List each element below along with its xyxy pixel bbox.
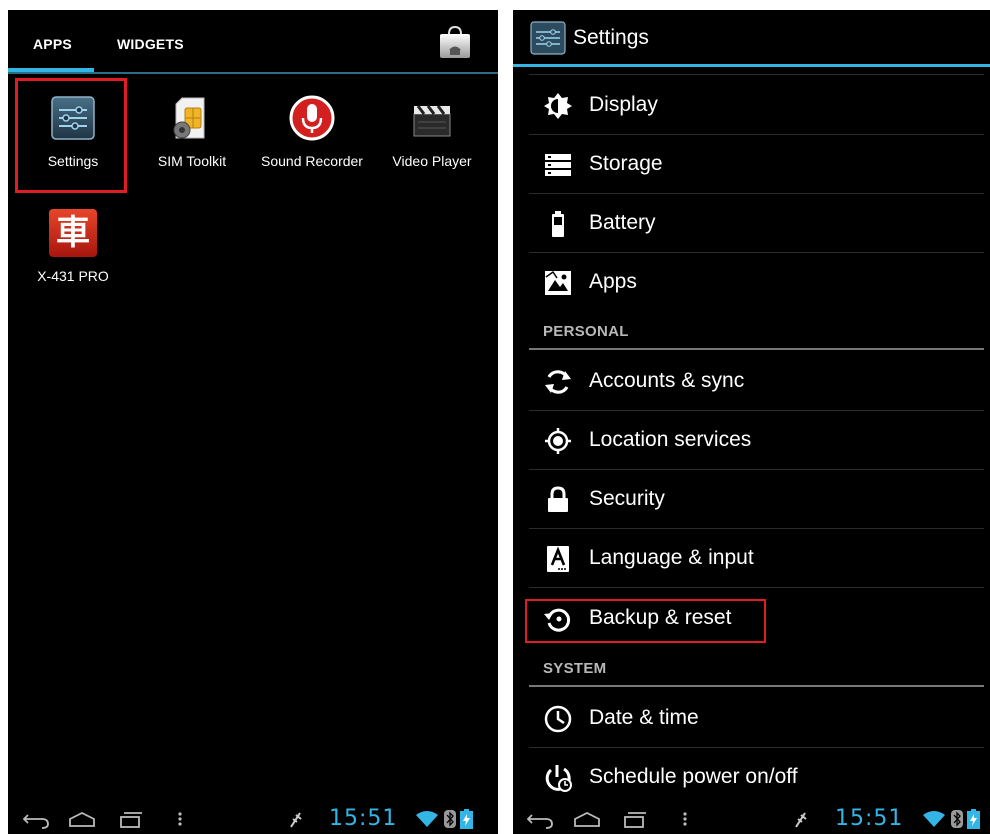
recent-apps-icon[interactable] [616,808,650,830]
microphone-icon [289,95,335,141]
row-divider [529,587,984,588]
tab-apps[interactable]: APPS [33,36,72,52]
section-header-system: SYSTEM [529,655,984,687]
section-divider [529,348,984,350]
clock-icon [544,705,572,733]
back-icon[interactable] [524,808,558,830]
settings-item-display[interactable]: Display [529,76,984,135]
sim-card-icon [173,97,205,139]
section-header-label: PERSONAL [543,323,629,340]
settings-action-bar: Settings [513,10,990,67]
schedule-power-icon [545,765,572,792]
settings-item-label: Battery [589,211,656,234]
tab-widgets[interactable]: WIDGETS [117,36,184,52]
settings-item-label: Language & input [589,546,754,569]
settings-item-label: Date & time [589,706,699,729]
recent-apps-icon[interactable] [112,808,146,830]
wifi-icon [416,811,438,827]
battery-charging-icon [460,809,473,829]
settings-icon[interactable] [530,21,566,55]
display-icon [544,93,572,119]
settings-item-location-services[interactable]: Location services [529,411,984,470]
bluetooth-icon [444,810,456,828]
usb-debug-icon [290,812,302,828]
shopping-bag-icon [440,25,470,58]
clapperboard-icon [413,105,451,137]
settings-item-label: Accounts & sync [589,369,745,392]
menu-icon[interactable] [163,808,197,830]
status-clock: 15:51 [329,806,398,831]
backup-reset-highlight-box [525,599,766,643]
battery-icon [552,211,564,237]
settings-highlight-box [15,78,127,193]
app-sound-recorder[interactable]: Sound Recorder [254,80,370,190]
system-nav-bar: 15:51 [513,804,990,834]
section-header-personal: PERSONAL [529,318,984,350]
app-video-player[interactable]: Video Player [374,80,490,190]
settings-item-apps[interactable]: Apps [529,253,984,312]
app-label-sim-toolkit: SIM Toolkit [157,153,227,169]
sync-icon [545,370,571,394]
settings-item-storage[interactable]: Storage [529,135,984,194]
drawer-tab-bar: APPS WIDGETS [8,10,498,74]
settings-item-accounts-sync[interactable]: Accounts & sync [529,352,984,411]
app-x431-pro[interactable]: 車 X-431 PRO [15,195,131,305]
wifi-icon [923,811,945,827]
settings-item-label: Schedule power on/off [589,765,798,788]
section-divider [529,685,984,687]
action-bar-underline [513,64,990,67]
settings-item-language-input[interactable]: Language & input [529,529,984,588]
settings-screen: Settings Display Storage Battery Apps PE… [513,10,990,834]
settings-item-schedule-power[interactable]: Schedule power on/off [529,748,984,807]
settings-item-date-time[interactable]: Date & time [529,689,984,748]
tab-divider [8,72,498,74]
x431-app-icon: 車 [49,209,97,257]
play-store-button[interactable] [436,24,474,60]
apps-icon [545,270,571,295]
settings-item-security[interactable]: Security [529,470,984,529]
system-nav-bar: 15:51 [8,804,498,834]
app-sim-toolkit[interactable]: SIM Toolkit [134,80,250,190]
back-icon[interactable] [20,808,54,830]
menu-icon[interactable] [668,808,702,830]
language-icon [547,546,569,572]
status-clock: 15:51 [835,806,904,831]
section-header-label: SYSTEM [543,660,607,677]
app-label-video-player: Video Player [392,153,472,169]
settings-item-label: Display [589,93,658,116]
app-label-x431-pro: X-431 PRO [37,268,109,284]
settings-item-label: Security [589,487,665,510]
lock-icon [548,486,568,512]
home-icon[interactable] [65,808,99,830]
settings-item-label: Storage [589,152,663,175]
battery-charging-icon [967,809,980,829]
app-drawer-screen: APPS WIDGETS Settings SIM Toolkit Sound … [8,10,498,834]
settings-item-label: Apps [589,270,637,293]
home-icon[interactable] [570,808,604,830]
settings-item-battery[interactable]: Battery [529,194,984,253]
location-icon [545,428,571,454]
storage-icon [545,154,571,176]
x431-glyph: 車 [56,213,90,253]
app-label-sound-recorder: Sound Recorder [261,153,363,169]
page-title: Settings [573,26,649,49]
bluetooth-icon [951,810,963,828]
settings-item-label: Location services [589,428,752,451]
list-top-divider [529,74,984,75]
usb-debug-icon [795,812,807,828]
